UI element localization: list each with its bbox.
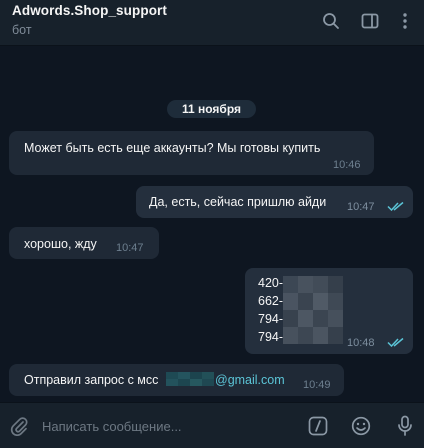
message-time: 10:48 — [347, 337, 375, 349]
message-bubble-incoming[interactable]: хорошо, жду 10:47 — [9, 227, 159, 259]
message-input[interactable] — [40, 415, 294, 437]
message-list[interactable]: 11 ноября Может быть есть еще аккаунты? … — [0, 46, 424, 401]
chat-header: Adwords.Shop_support бот — [0, 0, 424, 46]
message-text: хорошо, жду — [24, 237, 97, 251]
message-line: 794- — [258, 312, 284, 326]
message-bubble-outgoing[interactable]: 420- 662- 794- 794- 10:48 — [245, 268, 413, 354]
redaction-pixelation — [283, 276, 343, 344]
read-ticks-icon — [387, 337, 404, 347]
message-line: 420- — [258, 276, 284, 290]
message-line: 794- — [258, 330, 284, 344]
read-ticks-icon — [387, 201, 404, 211]
message-bubble-incoming[interactable]: Может быть есть еще аккаунты? Мы готовы … — [9, 131, 374, 175]
message-time: 10:47 — [116, 242, 144, 254]
chat-title[interactable]: Adwords.Shop_support — [12, 3, 167, 18]
emoji-icon[interactable] — [350, 415, 372, 437]
message-composer — [0, 402, 424, 448]
message-bubble-outgoing[interactable]: Да, есть, сейчас пришлю айди 10:47 — [136, 186, 413, 218]
commands-icon[interactable] — [307, 415, 329, 437]
date-separator: 11 ноября — [167, 100, 256, 118]
message-line: 662- — [258, 294, 284, 308]
message-text: Да, есть, сейчас пришлю айди — [149, 195, 327, 209]
message-text: Может быть есть еще аккаунты? Мы готовы … — [24, 141, 321, 155]
search-icon[interactable] — [320, 10, 342, 32]
redaction-pixelation — [166, 372, 214, 386]
chat-subtitle: бот — [12, 23, 32, 37]
message-time: 10:46 — [333, 159, 361, 171]
message-time: 10:49 — [303, 379, 331, 391]
message-text: Отправил запрос с мсс — [24, 373, 159, 387]
email-link[interactable]: @gmail.com — [215, 373, 285, 387]
message-time: 10:47 — [347, 201, 375, 213]
message-bubble-incoming[interactable]: Отправил запрос с мсс @gmail.com 10:49 — [9, 364, 344, 396]
attach-icon[interactable] — [8, 415, 30, 437]
microphone-icon[interactable] — [394, 415, 416, 437]
more-vertical-icon[interactable] — [394, 10, 416, 32]
sidebar-toggle-icon[interactable] — [359, 10, 381, 32]
